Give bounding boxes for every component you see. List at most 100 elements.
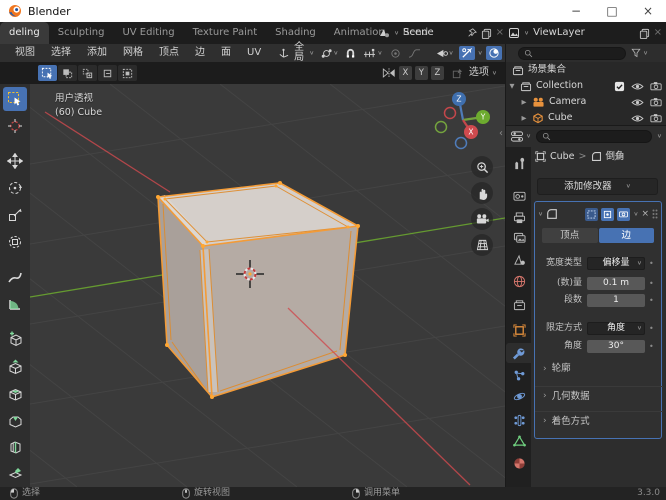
animate-dot-icon[interactable]: • (649, 342, 654, 351)
tool-extrude-region[interactable] (3, 354, 27, 378)
tab-object-data[interactable] (506, 431, 532, 451)
tab-output[interactable] (506, 208, 532, 228)
new-view-layer-icon[interactable] (639, 28, 650, 39)
mirror-symmetry-icon[interactable] (382, 67, 396, 79)
symmetry-x-button[interactable]: X (398, 66, 412, 80)
animate-dot-icon[interactable]: • (649, 279, 654, 288)
tool-move[interactable] (3, 149, 27, 173)
tool-add-cube[interactable] (3, 327, 27, 351)
animate-dot-icon[interactable]: • (649, 259, 654, 268)
tab-view-layer[interactable] (506, 228, 532, 248)
show-gizmo-dropdown[interactable]: ∨ (434, 47, 456, 60)
expand-icon[interactable]: ▶ (520, 99, 528, 106)
proportional-falloff-dropdown[interactable] (406, 47, 423, 60)
snap-toggle[interactable] (343, 47, 358, 60)
pivot-point-dropdown[interactable]: ∨ (319, 47, 340, 60)
section-shading[interactable]: › 着色方式 (535, 411, 663, 431)
view-layer-selector[interactable]: ∨ ViewLayer × (508, 22, 662, 44)
workspace-tab-texture-paint[interactable]: Texture Paint (184, 22, 267, 44)
tab-particles[interactable] (506, 365, 532, 385)
menu-uv[interactable]: UV (240, 48, 268, 58)
drag-handle-icon[interactable] (652, 209, 658, 219)
tab-physics[interactable] (506, 386, 532, 406)
tab-collection-props[interactable] (506, 295, 532, 315)
tool-scale[interactable] (3, 203, 27, 227)
section-geometry[interactable]: › 几何数据 (535, 386, 663, 406)
menu-mesh[interactable]: 网格 (116, 48, 150, 58)
segments-input[interactable]: 1 (587, 294, 645, 307)
menu-face[interactable]: 面 (214, 48, 238, 58)
tab-material[interactable] (506, 453, 532, 473)
tab-scene[interactable] (506, 250, 532, 270)
select-mode-new-button[interactable] (58, 65, 77, 81)
outliner-search-input[interactable] (536, 47, 620, 59)
zoom-button[interactable] (471, 156, 493, 178)
tool-loop-cut[interactable] (3, 435, 27, 459)
select-mode-tweak-button[interactable] (38, 65, 57, 81)
expand-icon[interactable]: ▶ (520, 115, 528, 122)
workspace-tab-uv-editing[interactable]: UV Editing (113, 22, 183, 44)
minimize-button[interactable]: − (558, 0, 594, 22)
eye-icon[interactable] (631, 98, 644, 107)
modifier-remove-icon[interactable]: × (641, 209, 649, 219)
expand-icon[interactable]: ▼ (508, 83, 516, 90)
transform-orientation-dropdown[interactable]: 全局 ∨ (276, 42, 316, 64)
eye-icon[interactable] (631, 114, 644, 123)
properties-search-input[interactable] (554, 131, 615, 142)
menu-add[interactable]: 添加 (80, 48, 114, 58)
workspace-tab-sculpting[interactable]: Sculpting (49, 22, 114, 44)
tool-inset-faces[interactable] (3, 381, 27, 405)
select-mode-extend-button[interactable] (78, 65, 97, 81)
menu-edge[interactable]: 边 (188, 48, 212, 58)
pin-icon[interactable] (467, 28, 477, 38)
navigation-gizmo[interactable]: Z Y X (434, 86, 496, 152)
outliner-row-cube[interactable]: ▶ Cube (506, 110, 666, 125)
camera-visibility-icon[interactable] (650, 97, 662, 107)
pan-button[interactable] (471, 182, 493, 204)
workspace-tab-modeling[interactable]: deling (0, 22, 49, 44)
symmetry-y-button[interactable]: Y (414, 66, 428, 80)
overlays-toggle[interactable] (485, 46, 502, 60)
camera-visibility-icon[interactable] (650, 113, 662, 123)
outliner-row-camera[interactable]: ▶ Camera (506, 94, 666, 110)
snap-falloff-icon[interactable] (451, 67, 464, 80)
animate-dot-icon[interactable]: • (649, 296, 654, 305)
angle-input[interactable]: 30° (587, 340, 645, 353)
options-dropdown[interactable]: 选项 ∨ (467, 68, 499, 78)
orthographic-toggle-button[interactable] (471, 234, 493, 256)
camera-view-button[interactable] (471, 208, 493, 230)
snap-target-dropdown[interactable]: ∨ (361, 47, 384, 60)
tab-tool[interactable] (506, 153, 532, 173)
editor-type-dropdown[interactable]: ∨ (510, 130, 531, 143)
add-modifier-dropdown[interactable]: 添加修改器 ∨ (537, 178, 658, 195)
proportional-editing-toggle[interactable] (388, 47, 403, 60)
tool-select-box[interactable] (3, 87, 27, 111)
animate-dot-icon[interactable]: • (649, 324, 654, 333)
select-mode-subtract-button[interactable] (98, 65, 117, 81)
tool-rotate[interactable] (3, 176, 27, 200)
camera-visibility-icon[interactable] (650, 81, 662, 91)
gizmos-toggle[interactable] (458, 46, 475, 60)
menu-select[interactable]: 选择 (44, 48, 78, 58)
new-scene-icon[interactable] (481, 28, 492, 39)
close-button[interactable]: × (630, 0, 666, 22)
outliner-row-scene-collection[interactable]: 场景集合 (506, 62, 666, 78)
amount-input[interactable]: 0.1 m (587, 277, 645, 290)
display-editmode-toggle[interactable] (601, 207, 615, 221)
tool-measure[interactable] (3, 292, 27, 316)
tab-world[interactable] (506, 271, 532, 291)
modifier-extras-icon[interactable]: ∨ (633, 211, 638, 217)
sidebar-collapse-icon[interactable]: ‹ (499, 129, 503, 139)
scene-selector[interactable]: ∨ Scene × (378, 22, 504, 44)
checkbox-icon[interactable] (614, 81, 625, 92)
outliner-row-collection[interactable]: ▼ Collection (506, 78, 666, 94)
symmetry-z-button[interactable]: Z (430, 66, 444, 80)
menu-view[interactable]: 视图 (8, 48, 42, 58)
display-render-toggle[interactable] (617, 207, 631, 221)
select-mode-intersect-button[interactable] (118, 65, 137, 81)
menu-vertex[interactable]: 顶点 (152, 48, 186, 58)
tool-cursor[interactable] (3, 114, 27, 138)
maximize-button[interactable]: □ (594, 0, 630, 22)
tab-render[interactable] (506, 186, 532, 206)
panel-expand-icon[interactable]: ∨ (538, 211, 543, 217)
